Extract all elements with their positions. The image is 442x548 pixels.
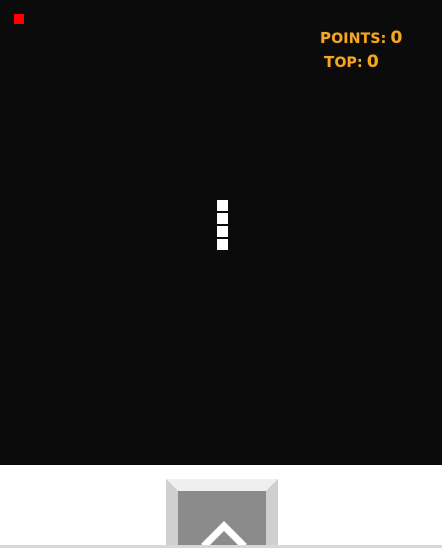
snake-game-page: POINTS:0 TOP:0 ... [0, 0, 442, 548]
controls-panel: ... [0, 465, 442, 548]
snake-segment [217, 200, 228, 211]
food-item [14, 14, 24, 24]
move-up-button[interactable]: ... [166, 479, 278, 548]
points-label-rest: OINTS: [331, 31, 387, 47]
snake-segment [217, 213, 228, 224]
points-value: 0 [390, 28, 403, 48]
points-label-initial: P [320, 29, 332, 47]
snake-segment [217, 226, 228, 237]
points-label: POINTS: [320, 31, 386, 47]
top-label: TOP: [324, 55, 363, 71]
snake-segment [217, 239, 228, 250]
points-score: POINTS: 0 [320, 30, 402, 47]
top-score: TOP: 0 [324, 54, 379, 71]
game-board[interactable]: POINTS: 0 TOP: 0 [0, 0, 442, 465]
top-label-rest: OP: [334, 55, 363, 71]
top-value: 0 [366, 52, 379, 72]
top-label-initial: T [324, 53, 335, 71]
